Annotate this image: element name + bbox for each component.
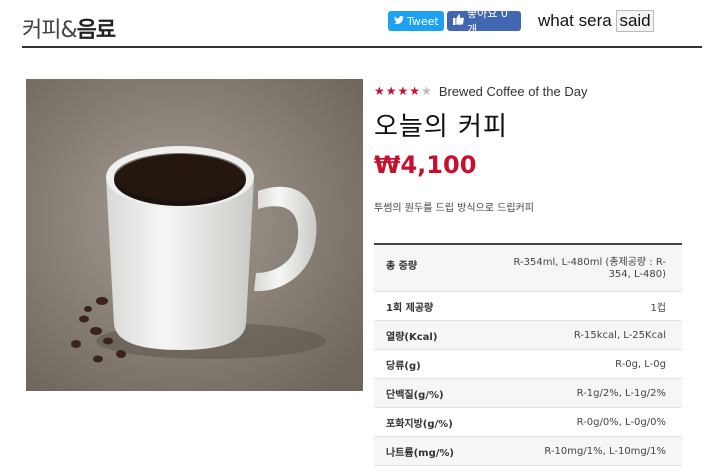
star-icon: ★ xyxy=(421,84,432,98)
table-row: 열량(Kcal) R-15kcal, L-25Kcal xyxy=(374,321,682,350)
nutrition-value: R-10mg/1%, L-10mg/1% xyxy=(544,445,666,457)
page-title-bold: 음료 xyxy=(76,18,116,43)
nutrition-value: R-0g/0%, L-0g/0% xyxy=(576,416,666,428)
caption-prefix: what sera xyxy=(538,11,612,30)
table-row: 포화지방(g/%) R-0g/0%, L-0g/0% xyxy=(374,408,682,437)
coffee-mug-illustration xyxy=(26,79,363,391)
nutrition-label: 당류(g) xyxy=(386,360,421,372)
product-description: 투썸의 원두를 드립 방식으로 드립커피 xyxy=(374,203,534,214)
star-icon: ★ xyxy=(397,84,409,98)
nutrition-value: 1컵 xyxy=(650,302,666,314)
table-row: 나트륨(mg/%) R-10mg/1%, L-10mg/1% xyxy=(374,437,682,466)
product-info: ★ ★ ★ ★ ★ Brewed Coffee of the Day 오늘의 커… xyxy=(374,82,684,215)
nutrition-value: R-0g, L-0g xyxy=(615,358,666,370)
nutrition-label: 총 중량 xyxy=(386,261,418,272)
star-icon: ★ xyxy=(409,84,421,98)
nutrition-label: 포화지방(g/%) xyxy=(386,418,453,430)
like-label: 좋아요 0개 xyxy=(467,7,508,36)
nutrition-value: R-15kcal, L-25Kcal xyxy=(573,329,666,341)
product-price: ₩4,100 xyxy=(374,151,477,179)
caption-boxed-word: said xyxy=(616,10,654,32)
twitter-bird-icon xyxy=(394,15,404,28)
nutrition-label: 단백질(g/%) xyxy=(386,389,444,401)
star-icon: ★ xyxy=(385,84,397,98)
star-icon: ★ xyxy=(374,84,385,98)
product-english-name: Brewed Coffee of the Day xyxy=(438,83,588,99)
caption-overlay: what sera said xyxy=(538,10,654,32)
nutrition-table: 총 중량 R-354ml, L-480ml (총제공량 : R-354, L-4… xyxy=(374,243,682,466)
nutrition-label: 나트륨(mg/%) xyxy=(386,447,454,459)
nutrition-value: R-354ml, L-480ml (총제공량 : R-354, L-480) xyxy=(513,257,666,280)
table-row: 총 중량 R-354ml, L-480ml (총제공량 : R-354, L-4… xyxy=(374,245,682,292)
page-title-thin: 커피& xyxy=(22,18,78,43)
product-korean-name: 오늘의 커피 xyxy=(374,112,508,142)
table-row: 1회 제공량 1컵 xyxy=(374,292,682,321)
tweet-label: Tweet xyxy=(407,14,439,28)
tweet-button[interactable]: Tweet xyxy=(388,11,444,31)
table-row: 단백질(g/%) R-1g/2%, L-1g/2% xyxy=(374,379,682,408)
product-photo xyxy=(26,79,363,391)
page-title: 커피&음료 xyxy=(22,12,116,44)
product-rating: ★ ★ ★ ★ ★ Brewed Coffee of the Day xyxy=(374,82,684,100)
table-row: 당류(g) R-0g, L-0g xyxy=(374,350,682,379)
nutrition-value: R-1g/2%, L-1g/2% xyxy=(576,387,666,399)
nutrition-label: 1회 제공량 xyxy=(386,302,434,314)
thumbs-up-icon xyxy=(453,14,464,28)
like-button[interactable]: 좋아요 0개 xyxy=(447,7,521,36)
nutrition-label: 열량(Kcal) xyxy=(386,331,438,343)
